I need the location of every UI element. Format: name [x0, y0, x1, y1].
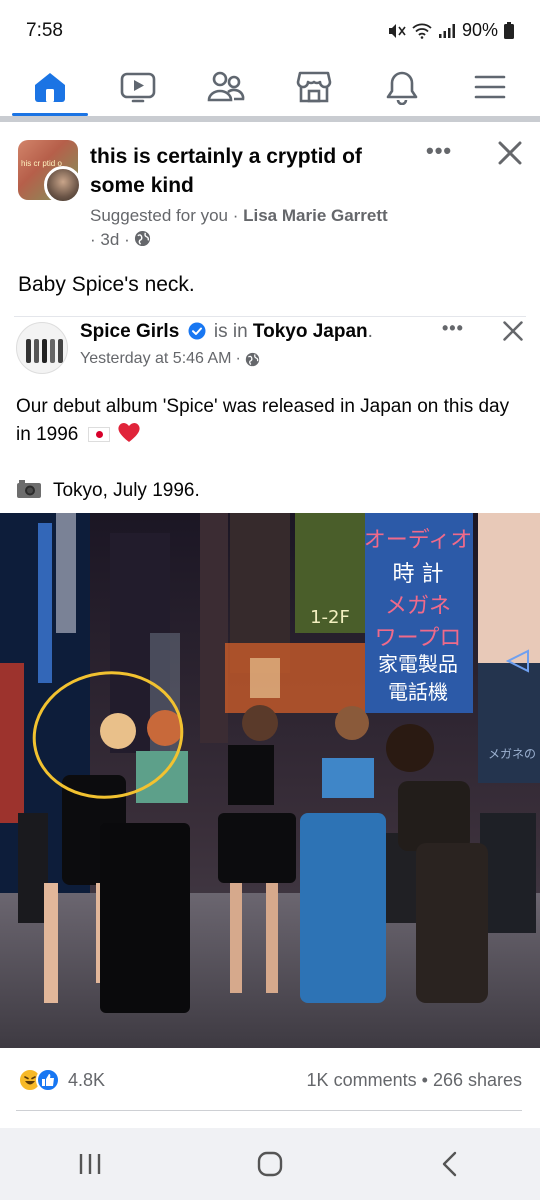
body-line-2: Tokyo, July 1996.	[52, 480, 200, 501]
shared-divider	[14, 316, 526, 317]
sign-audio: オーディオ	[364, 528, 472, 553]
verified-badge-icon	[188, 322, 206, 340]
count-separator: •	[421, 1070, 428, 1090]
post-photo[interactable]: 1-2F オーディオ 時 計 メガネ ワープロ 家電製品 電話機 メガネの	[0, 513, 540, 1048]
shared-close-icon[interactable]	[502, 320, 524, 342]
home-button[interactable]	[240, 1134, 300, 1194]
is-in-text: is in	[213, 321, 248, 342]
nav-home[interactable]	[10, 58, 90, 116]
video-icon	[120, 72, 156, 103]
shares-count[interactable]: 266 shares	[433, 1070, 522, 1090]
post-meta: Suggested for you · Lisa Marie Garrett ·…	[90, 204, 390, 252]
meta-separator: ·	[232, 206, 239, 225]
sign-phones: 電話機	[388, 680, 448, 704]
post-header: his cr ptid o this is certainly a crypti…	[0, 122, 540, 262]
japan-flag-icon	[87, 427, 110, 442]
globe-icon	[135, 230, 151, 247]
tokyo-street-photo: 1-2F オーディオ 時 計 メガネ ワープロ 家電製品 電話機 メガネの	[0, 513, 540, 1048]
nav-menu[interactable]	[450, 58, 530, 116]
author-avatar[interactable]	[44, 166, 82, 204]
shared-post-body: Our debut album 'Spice' was released in …	[16, 393, 526, 533]
location-link[interactable]: Tokyo Japan	[253, 321, 368, 342]
battery-icon	[504, 22, 514, 39]
friends-icon	[207, 71, 245, 102]
status-icons: 90%	[388, 20, 514, 41]
comments-count[interactable]: 1K comments	[307, 1070, 417, 1090]
shared-more-options-button[interactable]: •••	[442, 318, 464, 339]
back-icon	[442, 1151, 457, 1177]
menu-icon	[474, 75, 506, 99]
post-text: Baby Spice's neck.	[18, 273, 195, 296]
sign-clock: 時 計	[393, 562, 444, 587]
back-button[interactable]	[420, 1134, 480, 1194]
sign-appliances: 家電製品	[378, 652, 458, 676]
comments-shares: 1K comments • 266 shares	[307, 1070, 522, 1091]
bell-icon	[386, 71, 418, 105]
signal-icon	[438, 23, 455, 38]
top-nav-bar	[0, 58, 540, 116]
meta-separator: ·	[124, 230, 130, 249]
marketplace-icon	[296, 71, 332, 103]
suggested-label: Suggested for you	[90, 206, 228, 225]
nav-watch[interactable]	[98, 58, 178, 116]
nav-marketplace[interactable]	[274, 58, 354, 116]
meta-separator: ·	[235, 350, 241, 367]
shared-post-meta: Yesterday at 5:46 AM ·	[80, 350, 260, 368]
post-age[interactable]: 3d	[100, 230, 119, 249]
sign-1-2f: 1-2F	[310, 607, 350, 628]
recents-button[interactable]	[60, 1134, 120, 1194]
group-title[interactable]: this is certainly a cryptid of some kind	[90, 142, 410, 200]
shared-timestamp[interactable]: Yesterday at 5:46 AM	[80, 350, 232, 368]
shared-post-header: Spice Girls is in Tokyo Japan.	[80, 321, 373, 343]
like-reaction-icon	[36, 1068, 60, 1092]
heart-icon	[118, 423, 140, 442]
location-suffix: .	[367, 321, 373, 342]
mute-icon	[388, 23, 406, 38]
page-name[interactable]: Spice Girls	[80, 321, 179, 342]
recents-icon	[79, 1154, 101, 1174]
globe-icon	[245, 352, 260, 366]
camera-icon	[17, 480, 41, 498]
android-nav-bar	[0, 1128, 540, 1200]
sign-glasses-2: メガネの	[488, 747, 536, 761]
more-options-button[interactable]: •••	[426, 138, 452, 164]
status-time: 7:58	[26, 20, 63, 41]
wifi-icon	[412, 23, 432, 39]
reactions[interactable]: 4.8K	[18, 1068, 105, 1092]
home-circle-icon	[257, 1151, 283, 1177]
status-bar: 7:58 90%	[0, 0, 540, 58]
reaction-count: 4.8K	[68, 1069, 106, 1090]
battery-percent: 90%	[461, 20, 498, 40]
nav-friends[interactable]	[186, 58, 266, 116]
home-icon	[35, 73, 65, 102]
close-icon[interactable]	[497, 140, 523, 166]
sign-wordpro: ワープロ	[375, 626, 462, 651]
author-name[interactable]: Lisa Marie Garrett	[243, 206, 388, 225]
meta-separator: ·	[90, 230, 96, 249]
nav-notifications[interactable]	[362, 58, 442, 116]
sign-glasses: メガネ	[385, 594, 451, 619]
page-avatar[interactable]	[16, 322, 68, 374]
footer-divider	[16, 1110, 522, 1111]
